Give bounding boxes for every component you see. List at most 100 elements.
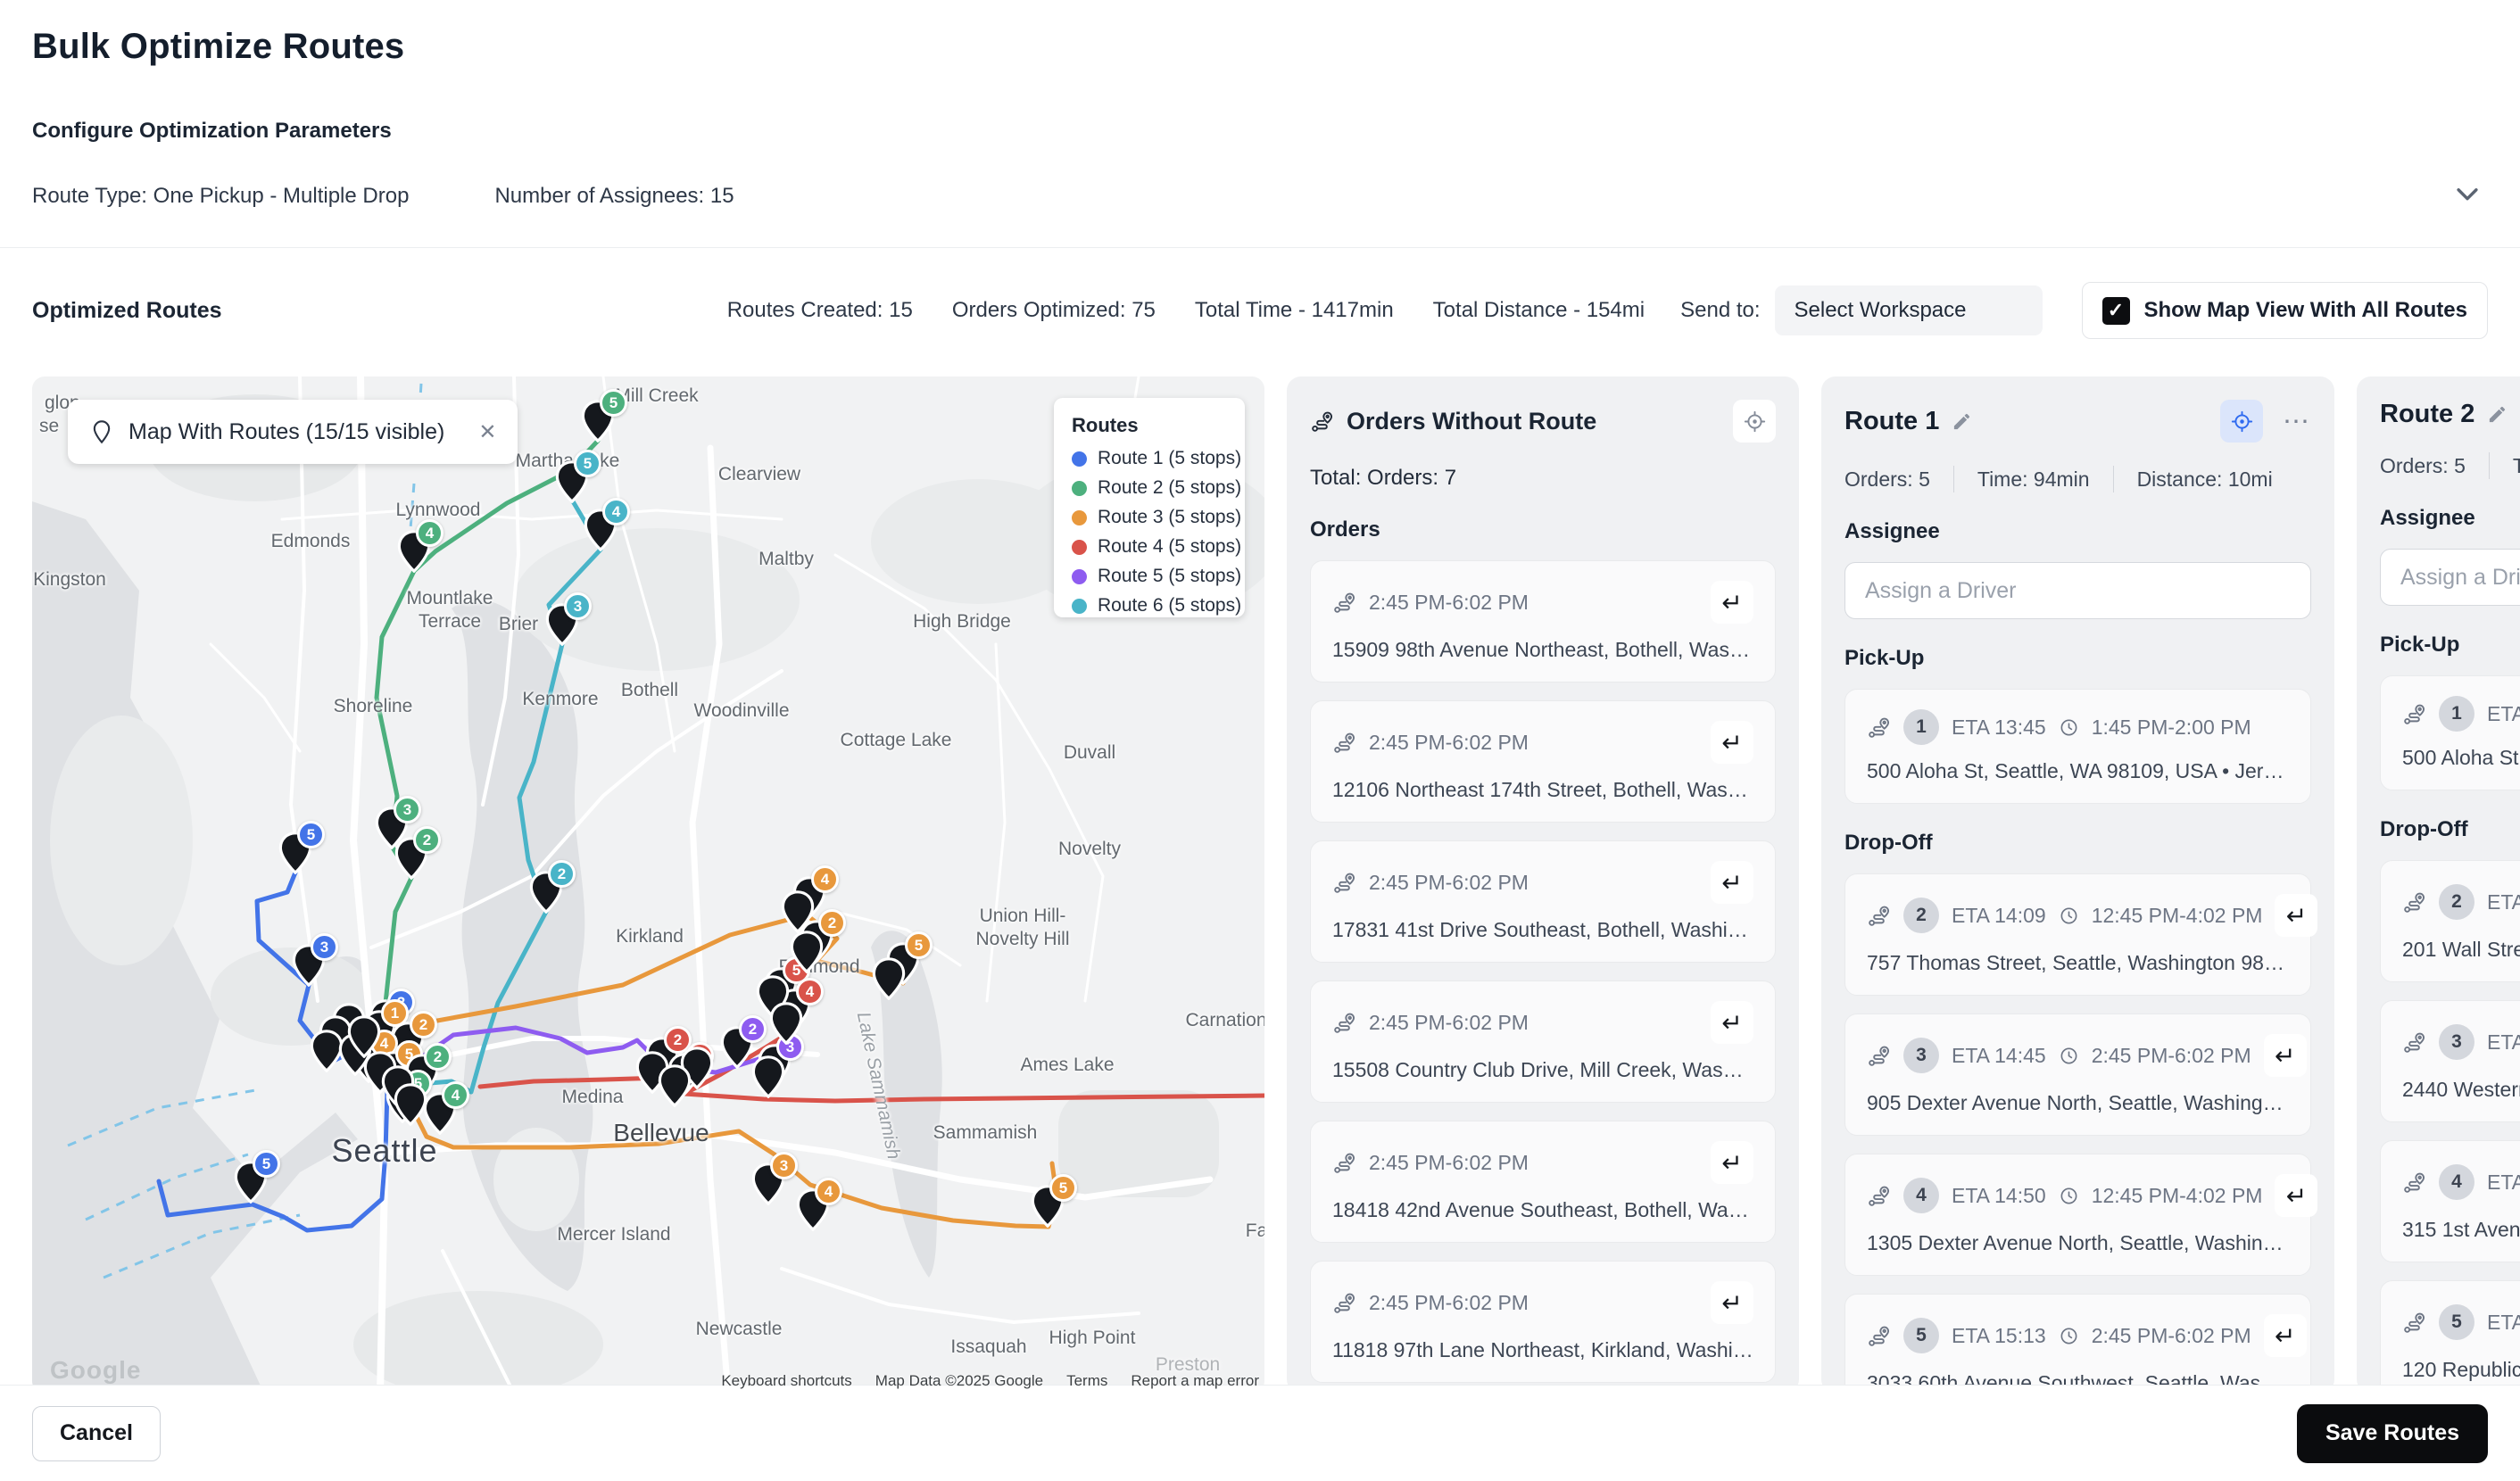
dropoff-card[interactable]: 5 ETA 15:13 2:45 PM-6:02 PM ↵ 3033 60th Aven… (1844, 1294, 2311, 1394)
show-map-label: Show Map View With All Routes (2143, 298, 2467, 322)
return-order-button[interactable]: ↵ (1711, 1001, 1753, 1044)
show-map-checkbox[interactable]: ✓ (2101, 296, 2130, 325)
map-stop-marker[interactable] (751, 1055, 785, 1099)
locate-on-map-button[interactable] (1733, 400, 1776, 443)
return-order-button[interactable]: ↵ (2275, 1174, 2318, 1217)
map-stop-marker[interactable]: 5 (555, 450, 601, 504)
orders-total: Total: Orders: 7 (1310, 466, 1457, 490)
edit-route-name-icon[interactable] (2487, 404, 2508, 425)
map-stop-marker[interactable] (658, 1064, 692, 1108)
order-card[interactable]: 2:45 PM-6:02 PM ↵ 18418 42nd Avenue Southe… (1310, 1121, 1776, 1243)
stop-address: 12106 Northeast 174th Street, Bothell, W… (1332, 778, 1753, 801)
map-place-label: Carnation (1185, 1010, 1264, 1030)
show-map-toggle[interactable]: ✓ Show Map View With All Routes (2081, 282, 2488, 339)
route-stat: Distance: 10mi (2136, 467, 2273, 491)
map-stop-marker[interactable] (394, 1083, 427, 1127)
assign-driver-input[interactable] (2380, 549, 2520, 606)
return-order-button[interactable]: ↵ (2263, 1034, 2307, 1077)
attribution-link[interactable]: Keyboard shortcuts (721, 1372, 851, 1390)
dropoff-card[interactable]: 3 ETA 14:45 2:45 PM-6:02 PM ↵ 905 Dexter Ave… (1844, 1014, 2311, 1136)
pickup-card[interactable]: 1 ETA 13:45 1:45 PM-2:00 PM 500 Aloha St, S… (1844, 689, 2311, 804)
map-stop-marker[interactable]: 4 (584, 498, 630, 552)
stop-address: 15909 98th Avenue Northeast, Bothell, Wa… (1332, 638, 1753, 661)
expand-parameters-button[interactable] (2447, 176, 2488, 217)
return-order-button[interactable]: ↵ (1711, 581, 1753, 624)
return-order-button[interactable]: ↵ (2263, 1314, 2307, 1357)
return-order-button[interactable]: ↵ (1711, 1281, 1753, 1324)
stop-sequence-badge: 1 (2439, 696, 2474, 732)
map-stop-marker[interactable]: 5 (581, 389, 627, 443)
map-stop-marker[interactable]: 5 (1031, 1174, 1077, 1229)
map-place-label: Duvall (1063, 742, 1116, 763)
map-stop-marker[interactable]: 2 (394, 826, 441, 881)
return-order-button[interactable]: ↵ (1711, 1141, 1753, 1184)
map-stop-marker[interactable] (781, 890, 815, 934)
stop-eta: ETA 13:4 (2487, 701, 2520, 725)
map-stop-marker[interactable]: 3 (545, 592, 592, 647)
order-time-window: 2:45 PM-6:02 PM (1369, 1290, 1529, 1314)
map-stop-marker[interactable]: 5 (278, 821, 325, 875)
workspace-select[interactable]: Select Workspace (1774, 285, 2043, 335)
edit-route-name-icon[interactable] (1952, 411, 1972, 432)
locate-route-button[interactable] (2220, 400, 2263, 443)
map-place-label: Kingston (33, 569, 106, 590)
map-place-label: High Point (1049, 1328, 1136, 1348)
attribution-link[interactable]: Report a map error (1131, 1372, 1259, 1390)
map-place-label: High Bridge (913, 611, 1011, 632)
attribution-link[interactable]: Map Data ©2025 Google (875, 1372, 1043, 1390)
assign-driver-input[interactable] (1844, 562, 2311, 619)
return-order-button[interactable]: ↵ (1711, 861, 1753, 904)
map-place-label: Lynnwood (395, 500, 481, 520)
return-order-button[interactable]: ↵ (1711, 721, 1753, 764)
dropoff-card[interactable]: 3ETA 14:5↵2440 Western A (2380, 1000, 2520, 1122)
route-icon (2402, 702, 2426, 726)
stop-number-badge: 5 (1049, 1174, 1077, 1202)
cancel-button[interactable]: Cancel (32, 1405, 161, 1461)
dropoff-card[interactable]: 4 ETA 14:50 12:45 PM-4:02 PM ↵ 1305 Dexter A… (1844, 1154, 2318, 1276)
stop-number-badge: 4 (602, 498, 630, 525)
order-card[interactable]: 2:45 PM-6:02 PM ↵ 17831 41st Drive Southea… (1310, 840, 1776, 963)
map-stop-marker[interactable]: 3 (292, 933, 338, 988)
map-chip-label: Map With Routes (15/15 visible) (128, 418, 445, 444)
stop-address: 1305 Dexter Avenue North, Seattle, Washi… (1867, 1231, 2289, 1254)
save-routes-button[interactable]: Save Routes (2296, 1403, 2488, 1463)
time-window: 12:45 PM-4:02 PM (2091, 1183, 2263, 1207)
dropoff-card[interactable]: 2ETA 14:4↵201 Wall Street, (2380, 860, 2520, 982)
map-stop-marker[interactable]: 4 (796, 1178, 842, 1232)
map-place-label: Fa (1245, 1220, 1264, 1241)
map-stop-marker[interactable]: 3 (751, 1152, 798, 1206)
stop-number-badge: 5 (253, 1150, 280, 1178)
dropoff-label: Drop-Off (2380, 817, 2468, 841)
route-more-menu[interactable]: ⋯ (2283, 406, 2311, 437)
map-chip[interactable]: Map With Routes (15/15 visible) ✕ (68, 400, 518, 464)
legend-color-dot (1072, 598, 1087, 614)
pickup-card[interactable]: 1 ETA 13:4 500 Aloha St, Se (2380, 675, 2520, 790)
close-icon[interactable]: ✕ (478, 419, 496, 445)
map-stop-marker[interactable] (347, 1015, 381, 1059)
order-card[interactable]: 2:45 PM-6:02 PM ↵ 12106 Northeast 174th St… (1310, 700, 1776, 823)
order-card[interactable]: 2:45 PM-6:02 PM ↵ 15508 Country Club Drive… (1310, 980, 1776, 1103)
return-order-button[interactable]: ↵ (2275, 894, 2318, 937)
map-stop-marker[interactable]: 4 (397, 519, 443, 574)
dropoff-card[interactable]: 4ETA 15:0↵315 1st Avenue N (2380, 1140, 2520, 1262)
time-window: 2:45 PM-6:02 PM (2091, 1043, 2251, 1067)
map-stop-marker[interactable]: 2 (529, 860, 576, 914)
map-place-label: Newcastle (695, 1319, 783, 1339)
attribution-link[interactable]: Terms (1066, 1372, 1107, 1390)
map-stop-marker[interactable] (872, 957, 906, 1001)
route-icon (1867, 716, 1891, 740)
stop-eta: ETA 14:45 (1952, 1043, 2046, 1067)
header-divider (0, 247, 2520, 248)
map-stop-marker[interactable] (769, 1002, 803, 1046)
dropoff-card[interactable]: 5ETA 15:0↵120 Republican S (2380, 1280, 2520, 1394)
dropoff-card[interactable]: 2 ETA 14:09 12:45 PM-4:02 PM ↵ 757 Thomas St… (1844, 873, 2318, 996)
stop-eta: ETA 14:09 (1952, 903, 2046, 927)
order-card[interactable]: 2:45 PM-6:02 PM ↵ 11818 97th Lane Northeas… (1310, 1261, 1776, 1383)
map-stop-marker[interactable] (790, 931, 824, 974)
order-card[interactable]: 2:45 PM-6:02 PM ↵ 15909 98th Avenue Northe… (1310, 560, 1776, 683)
map-stop-marker[interactable]: 4 (423, 1081, 469, 1136)
routes-map[interactable]: glon se Mill Creek Martha Lake Clearview Malt… (32, 376, 1264, 1394)
map-place-label: Shoreline (333, 696, 413, 716)
map-stop-marker[interactable]: 2 (720, 1015, 767, 1070)
map-stop-marker[interactable]: 5 (234, 1150, 280, 1204)
